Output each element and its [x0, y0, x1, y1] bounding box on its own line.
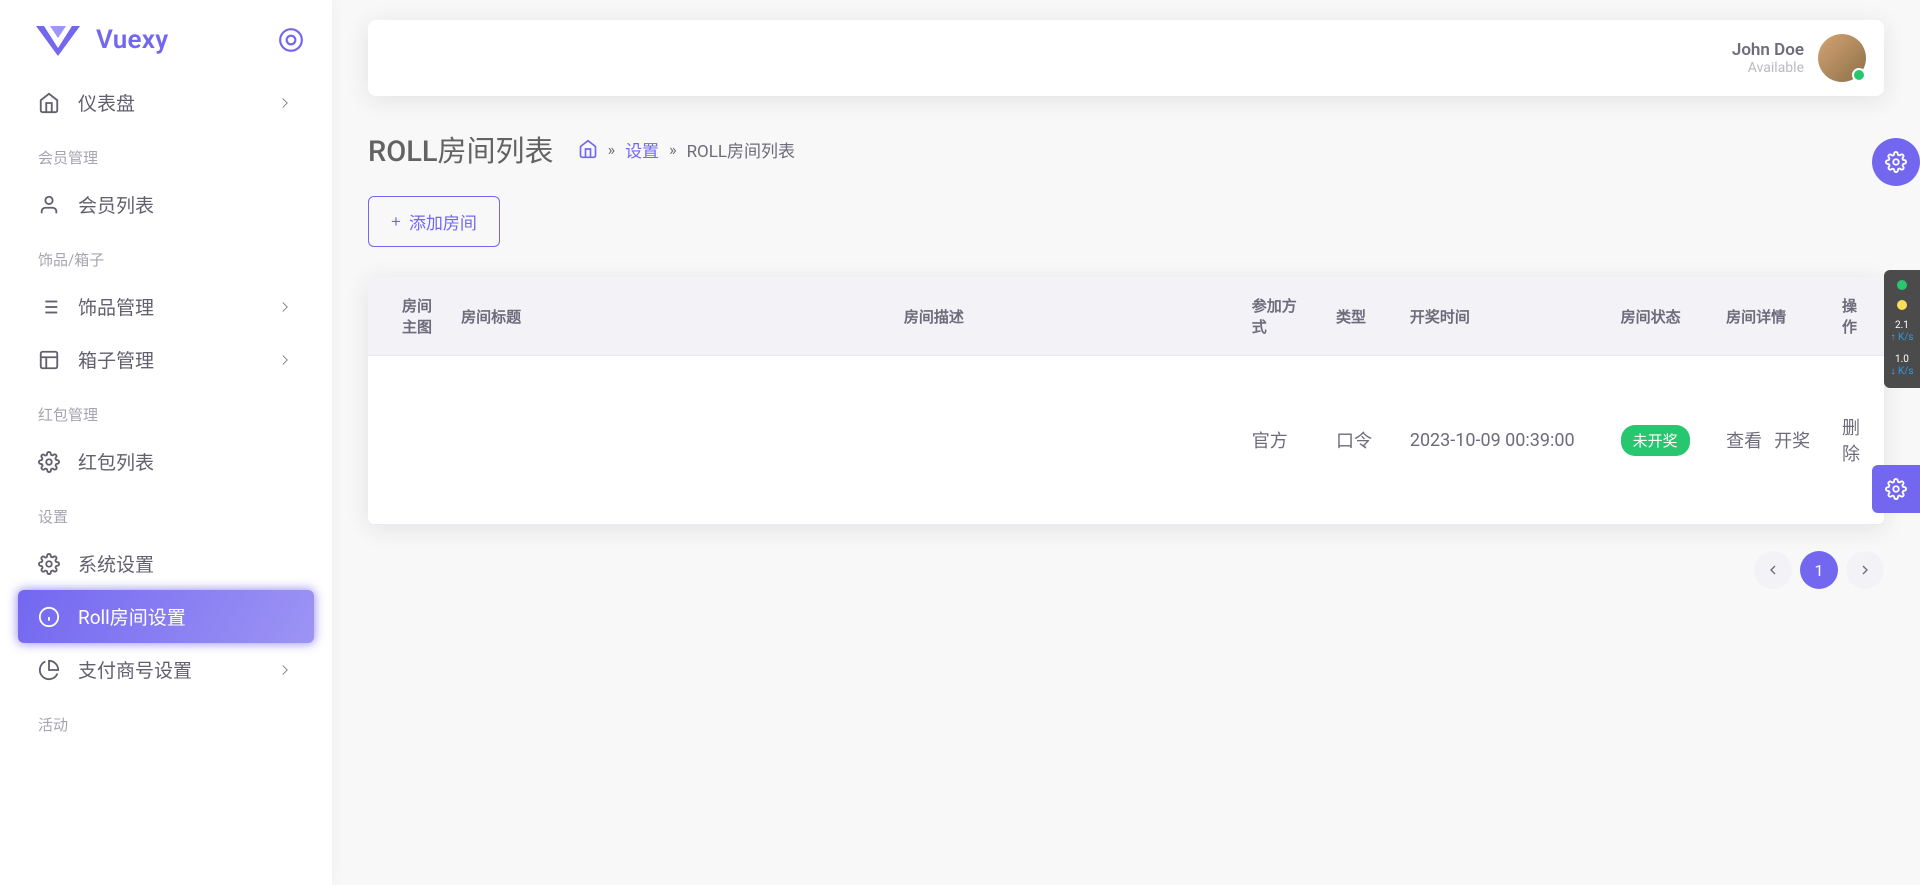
user-status: Available: [1732, 60, 1804, 76]
table-card: 房间主图 房间标题 房间描述 参加方式 类型 开奖时间 房间状态 房间详情 操作: [368, 277, 1884, 525]
chevron-right-icon: [276, 661, 294, 679]
nav-section-items: 饰品/箱子: [18, 231, 314, 280]
view-action[interactable]: 查看: [1726, 427, 1762, 453]
pagination: 1: [368, 551, 1884, 589]
customizer-toggle[interactable]: [1872, 465, 1920, 513]
cell-join-mode: 官方: [1238, 356, 1322, 525]
chevron-right-icon: [276, 298, 294, 316]
sidebar-item-label: 支付商号设置: [78, 656, 276, 683]
nav-section-settings: 设置: [18, 488, 314, 537]
chevron-right-icon: [276, 351, 294, 369]
pie-chart-icon: [38, 659, 60, 681]
brand[interactable]: Vuexy: [36, 24, 278, 56]
topbar: John Doe Available: [368, 20, 1884, 96]
user-name: John Doe: [1732, 40, 1804, 60]
chevron-left-icon: [1765, 562, 1781, 578]
gear-icon: [38, 451, 60, 473]
th-ops: 操作: [1828, 277, 1884, 356]
cell-type: 口令: [1322, 356, 1396, 525]
cell-desc: [890, 356, 1238, 525]
cell-draw-time: 2023-10-09 00:39:00: [1396, 356, 1607, 525]
sidebar-header: Vuexy: [0, 0, 332, 76]
nav-section-activity: 活动: [18, 696, 314, 745]
breadcrumb-current: ROLL房间列表: [687, 137, 795, 162]
sidebar-collapse-icon[interactable]: [278, 27, 304, 53]
user-block[interactable]: John Doe Available: [1732, 34, 1866, 82]
sidebar-item-label: 会员列表: [78, 191, 294, 218]
sidebar-item-label: 红包列表: [78, 448, 294, 475]
sidebar-item-label: 饰品管理: [78, 293, 276, 320]
sidebar-item-dashboard[interactable]: 仪表盘: [18, 76, 314, 129]
table-row: 官方 口令 2023-10-09 00:39:00 未开奖 查看 开奖 删除: [368, 356, 1884, 525]
cell-image: [368, 356, 447, 525]
sidebar-item-label: 箱子管理: [78, 346, 276, 373]
breadcrumb-separator: »: [669, 140, 677, 159]
cell-detail: 查看 开奖: [1712, 356, 1828, 525]
chevron-right-icon: [276, 94, 294, 112]
delete-action[interactable]: 删除: [1842, 418, 1860, 465]
breadcrumb: » 设置 » ROLL房间列表: [578, 137, 795, 162]
sidebar-item-label: Roll房间设置: [78, 603, 294, 630]
cell-title: [447, 356, 890, 525]
main: John Doe Available ROLL房间列表 » 设置 » ROLL房…: [332, 0, 1920, 885]
room-table: 房间主图 房间标题 房间描述 参加方式 类型 开奖时间 房间状态 房间详情 操作: [368, 277, 1884, 525]
th-image: 房间主图: [368, 277, 447, 356]
sidebar-item-decoration[interactable]: 饰品管理: [18, 280, 314, 333]
sidebar-item-roll-room-settings[interactable]: Roll房间设置: [18, 590, 314, 643]
status-dot-green-icon: [1897, 280, 1907, 290]
brand-name: Vuexy: [96, 25, 168, 55]
brand-logo-icon: [36, 24, 80, 56]
cell-status: 未开奖: [1607, 356, 1712, 525]
user-text: John Doe Available: [1732, 40, 1804, 76]
sidebar-item-label: 系统设置: [78, 550, 294, 577]
page-head: ROLL房间列表 » 设置 » ROLL房间列表: [368, 128, 1884, 170]
th-detail: 房间详情: [1712, 277, 1828, 356]
layout-icon: [38, 349, 60, 371]
page-next[interactable]: [1846, 551, 1884, 589]
status-badge: 未开奖: [1621, 425, 1690, 456]
gear-icon: [1885, 478, 1907, 500]
th-status: 房间状态: [1607, 277, 1712, 356]
breadcrumb-separator: »: [608, 140, 616, 159]
sidebar-item-redpacket-list[interactable]: 红包列表: [18, 435, 314, 488]
speed-down: 1.0↓ K/s: [1890, 354, 1913, 378]
info-icon: [38, 606, 60, 628]
avatar: [1818, 34, 1866, 82]
sidebar-item-label: 仪表盘: [78, 89, 276, 116]
gear-icon: [38, 553, 60, 575]
th-desc: 房间描述: [890, 277, 1238, 356]
user-icon: [38, 194, 60, 216]
settings-fab[interactable]: [1872, 138, 1920, 186]
sidebar-item-member-list[interactable]: 会员列表: [18, 178, 314, 231]
status-dot-yellow-icon: [1897, 300, 1907, 310]
speed-up: 2.1↑ K/s: [1890, 320, 1913, 344]
page-number[interactable]: 1: [1800, 551, 1838, 589]
nav-section-members: 会员管理: [18, 129, 314, 178]
add-room-button[interactable]: + 添加房间: [368, 196, 500, 247]
network-widget: 2.1↑ K/s 1.0↓ K/s: [1884, 270, 1920, 388]
sidebar-item-box[interactable]: 箱子管理: [18, 333, 314, 386]
list-icon: [38, 296, 60, 318]
page-title: ROLL房间列表: [368, 128, 554, 170]
th-time: 开奖时间: [1396, 277, 1607, 356]
nav-section-redpacket: 红包管理: [18, 386, 314, 435]
th-title: 房间标题: [447, 277, 890, 356]
breadcrumb-settings[interactable]: 设置: [625, 137, 659, 162]
chevron-right-icon: [1857, 562, 1873, 578]
page-prev[interactable]: [1754, 551, 1792, 589]
status-dot-icon: [1852, 68, 1866, 82]
sidebar: Vuexy 仪表盘 会员管理 会员列表 饰品/箱子 饰品管理: [0, 0, 332, 885]
draw-action[interactable]: 开奖: [1774, 427, 1810, 453]
home-icon: [38, 92, 60, 114]
home-icon[interactable]: [578, 139, 598, 159]
page-actions: + 添加房间: [368, 196, 1884, 247]
add-room-label: 添加房间: [409, 209, 477, 234]
sidebar-item-payment-settings[interactable]: 支付商号设置: [18, 643, 314, 696]
sidebar-item-system-settings[interactable]: 系统设置: [18, 537, 314, 590]
plus-icon: +: [391, 212, 401, 232]
th-join: 参加方式: [1238, 277, 1322, 356]
gear-icon: [1885, 151, 1907, 173]
sidebar-nav: 仪表盘 会员管理 会员列表 饰品/箱子 饰品管理 箱子管理 红包管理: [0, 76, 332, 745]
th-type: 类型: [1322, 277, 1396, 356]
